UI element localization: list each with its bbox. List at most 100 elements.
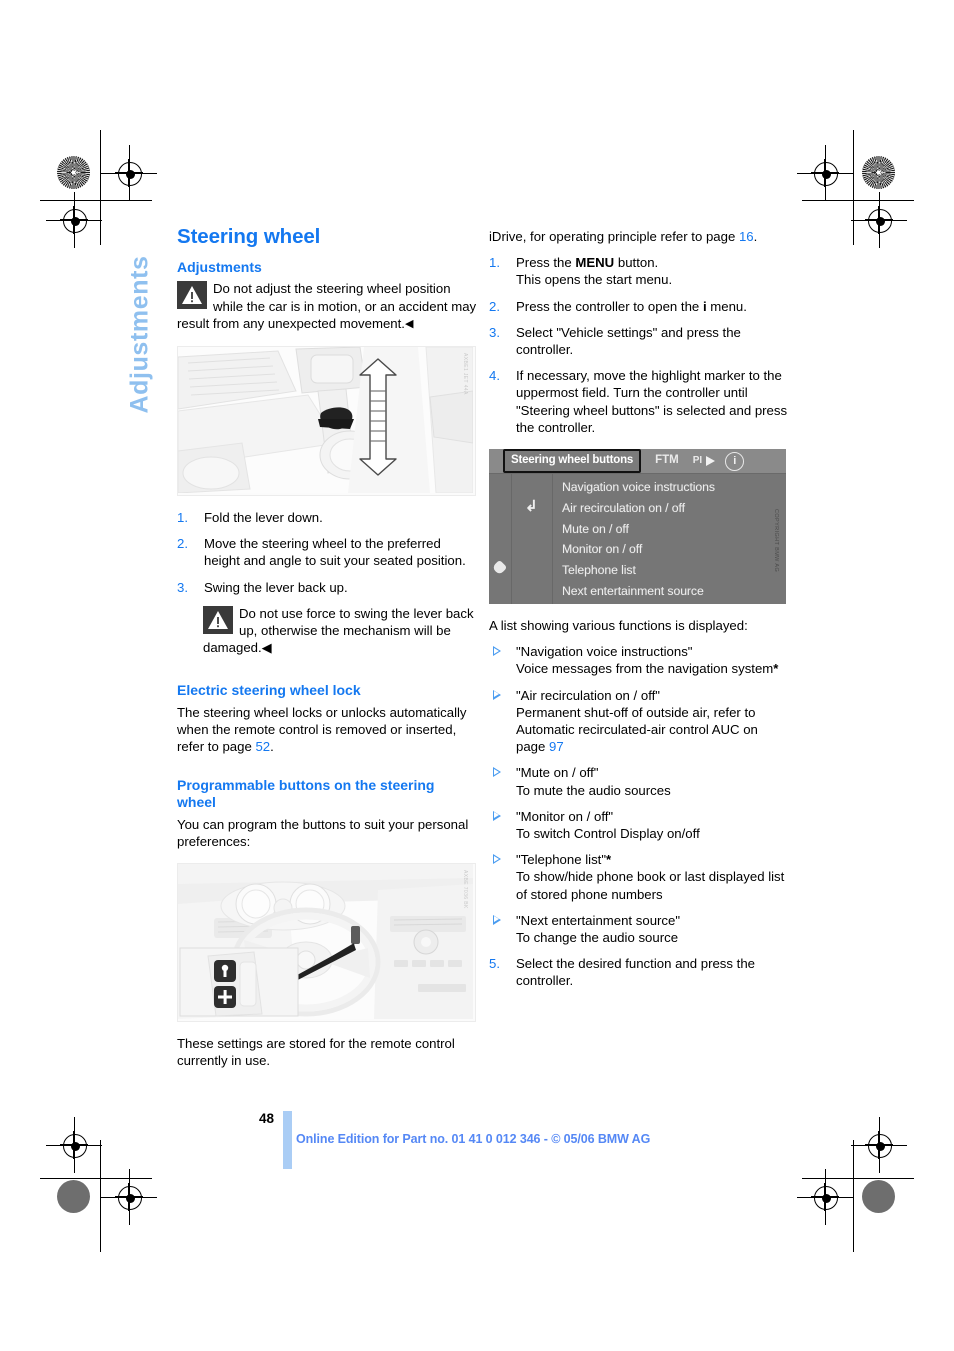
triangle-bullet-icon [493,689,501,700]
crop-line [853,130,854,245]
page-reference-link[interactable]: 16 [739,229,754,244]
list-item[interactable]: Next entertainment source [562,581,786,602]
crosshair-mark [46,1117,102,1173]
idrive-header: Steering wheel buttons FTM PI i [489,449,786,475]
final-step-list: 5. Select the desired function and press… [489,955,789,989]
list-item[interactable]: Telephone list [562,560,786,581]
crop-line [40,200,152,201]
heading-programmable-buttons: Programmable buttons on the steering whe… [177,777,435,811]
bullet-desc: Voice messages from the navigation syste… [516,661,774,677]
list-item: "Telephone list"* To show/hide phone boo… [489,851,789,903]
halftone-dot-mark [57,156,90,189]
list-item: 3. Select "Vehicle settings" and press t… [489,324,789,358]
step-text: If necessary, move the highlight marker … [516,368,788,435]
crosshair-mark [797,1169,853,1225]
lock-text-a: The steering wheel locks or unlocks auto… [177,704,467,755]
crop-line [853,1140,854,1252]
step-text: Swing the lever back up. [204,579,348,595]
solid-dot-mark [862,1180,895,1213]
idrive-screen: Steering wheel buttons FTM PI i ↳ Naviga… [489,449,786,605]
step-number: 2. [489,298,500,314]
step-text: Select "Vehicle settings" and press the … [516,324,741,358]
registration-marks-layer [0,0,954,1351]
step-number: 1. [177,510,188,526]
list-item: "Monitor on / off" To switch Control Dis… [489,808,789,842]
adjustment-steps-list: 1. Fold the lever down. 2. Move the stee… [177,509,477,596]
warning-text: Do not adjust the steering wheel positio… [177,281,477,331]
idrive-ftm-label: FTM [655,454,679,467]
page-reference-link[interactable]: 97 [549,739,564,754]
triangle-bullet-icon [493,914,501,925]
step-text-second-line: This opens the start menu. [516,272,673,288]
bullet-title: "Telephone list" [516,852,607,868]
crosshair-mark [851,192,907,248]
step-number: 2. [177,536,188,552]
paragraph-end-marker: ◀ [261,640,272,656]
step-text: Move the steering wheel to the preferred… [204,536,466,569]
solid-dot-mark [57,1180,90,1213]
triangle-bullet-icon [493,810,501,821]
idrive-pi-label: PI [692,455,703,467]
figure-credit: AXBE1 JET 44A [462,353,468,395]
step-number: 3. [489,324,500,340]
step-text-post: button. [614,255,659,271]
list-item[interactable]: Mute on / off [562,519,786,540]
step-number: 3. [177,579,188,595]
bullet-desc: To switch Control Display on/off [516,826,700,842]
bullet-desc: To change the audio source [516,930,679,946]
list-item[interactable]: Air recirculation on / off [562,498,786,519]
bullet-desc: To mute the audio sources [516,782,671,798]
crosshair-mark [851,1117,907,1173]
step-text-pre: Press the controller to open the [516,298,703,314]
crop-line [40,1178,152,1179]
lock-text-b: . [270,739,274,755]
warning-triangle-icon [203,605,233,634]
bullet-title: "Monitor on / off" [516,808,614,824]
figure-credit: COPYRIGHT BMW AG [773,509,779,573]
bullet-title: "Navigation voice instructions" [516,644,693,660]
figure-credit: AXBE 7036 BK [462,870,468,909]
list-item[interactable]: Monitor on / off [562,539,786,560]
crop-line [100,1140,101,1252]
page-reference-link[interactable]: 52 [255,739,270,754]
diamond-marker-icon [491,559,508,576]
list-item[interactable]: Navigation voice instructions [562,477,786,498]
warning-block-lever: Do not use force to swing the lever back… [203,605,477,657]
heading-electric-lock: Electric steering wheel lock [177,682,361,699]
crop-line [802,200,914,201]
crop-line [802,1178,914,1179]
left-column: Steering wheel Adjustments Do not adjust… [177,225,477,1069]
idrive-body: ↳ Navigation voice instructions Air reci… [489,474,786,605]
list-item: "Mute on / off" To mute the audio source… [489,764,789,798]
list-item: 1. Press the MENU button. This opens the… [489,254,789,288]
intro-text-a: iDrive, for operating principle refer to… [489,229,739,244]
triangle-bullet-icon [493,767,501,778]
footer-text: Online Edition for Part no. 01 41 0 012 … [296,1132,651,1146]
halftone-dot-mark [862,156,895,189]
crosshair-mark [797,145,853,201]
page-title: Steering wheel [177,225,321,248]
list-item: 5. Select the desired function and press… [489,955,789,989]
bullet-desc: To show/hide phone book or last displaye… [516,869,785,902]
list-item: 2. Move the steering wheel to the prefer… [177,535,477,569]
steering-wheel-illustration [178,864,473,1020]
list-item: "Air recirculation on / off" Permanent s… [489,687,789,756]
menu-button-label: MENU [575,255,615,271]
section-tab-label: Adjustments [125,255,154,414]
warning-text: Do not use force to swing the lever back… [203,605,474,656]
right-column: iDrive, for operating principle refer to… [489,228,789,990]
bullet-title: "Air recirculation on / off" [516,687,660,703]
footer-accent-bar [283,1111,292,1169]
bullet-title: "Next entertainment source" [516,912,681,928]
bullet-title: "Mute on / off" [516,765,599,781]
info-circle-icon: i [725,451,745,471]
heading-adjustments: Adjustments [177,259,262,276]
idrive-selected-title[interactable]: Steering wheel buttons [503,449,642,474]
figure-steering-wheel-buttons: AXBE 7036 BK [177,863,476,1023]
list-item: 4. If necessary, move the highlight mark… [489,367,789,436]
list-item: "Navigation voice instructions" Voice me… [489,643,789,677]
section-tab: Adjustments [118,228,162,448]
page-number: 48 [259,1111,275,1126]
step-text-post: menu. [706,298,747,314]
step-number: 1. [489,255,500,271]
